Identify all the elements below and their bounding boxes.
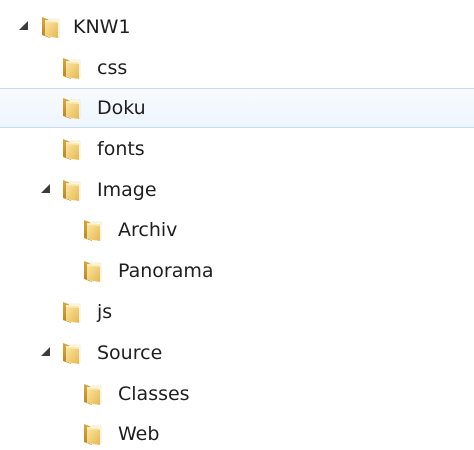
- tree-item-label: KNW1: [73, 16, 131, 38]
- folder-icon: [59, 56, 83, 80]
- tree-item-label: Panorama: [118, 260, 214, 282]
- tree-item-fonts[interactable]: fonts: [0, 129, 474, 169]
- tree-item-label: Web: [118, 423, 160, 445]
- folder-icon: [80, 422, 104, 446]
- tree-item-js[interactable]: js: [0, 292, 474, 332]
- tree-item-doku[interactable]: Doku: [0, 88, 474, 128]
- tree-item-label: Source: [97, 342, 163, 364]
- folder-icon: [38, 15, 62, 39]
- folder-icon: [80, 259, 104, 283]
- folder-icon: [80, 382, 104, 406]
- tree-item-label: js: [97, 301, 113, 323]
- tree-item-web[interactable]: Web: [0, 414, 474, 450]
- folder-icon: [59, 137, 83, 161]
- tree-item-label: Image: [97, 179, 157, 201]
- tree-item-panorama[interactable]: Panorama: [0, 251, 474, 291]
- tree-item-label: css: [97, 57, 128, 79]
- expanded-arrow-icon[interactable]: [41, 347, 50, 356]
- tree-item-source[interactable]: Source: [0, 333, 474, 373]
- tree-item-label: Doku: [97, 97, 146, 119]
- folder-icon: [59, 341, 83, 365]
- folder-icon: [80, 218, 104, 242]
- tree-item-label: Classes: [118, 383, 190, 405]
- folder-tree: KNW1 css Doku fonts Image Archiv Panoram…: [0, 0, 474, 450]
- folder-icon: [59, 96, 83, 120]
- tree-item-knw1[interactable]: KNW1: [0, 7, 474, 47]
- tree-item-label: fonts: [97, 138, 145, 160]
- tree-item-css[interactable]: css: [0, 48, 474, 88]
- folder-icon: [59, 178, 83, 202]
- expanded-arrow-icon[interactable]: [19, 21, 28, 30]
- tree-item-archiv[interactable]: Archiv: [0, 210, 474, 250]
- tree-item-label: Archiv: [118, 219, 178, 241]
- tree-item-classes[interactable]: Classes: [0, 374, 474, 414]
- tree-item-image[interactable]: Image: [0, 170, 474, 210]
- expanded-arrow-icon[interactable]: [41, 184, 50, 193]
- folder-icon: [59, 300, 83, 324]
